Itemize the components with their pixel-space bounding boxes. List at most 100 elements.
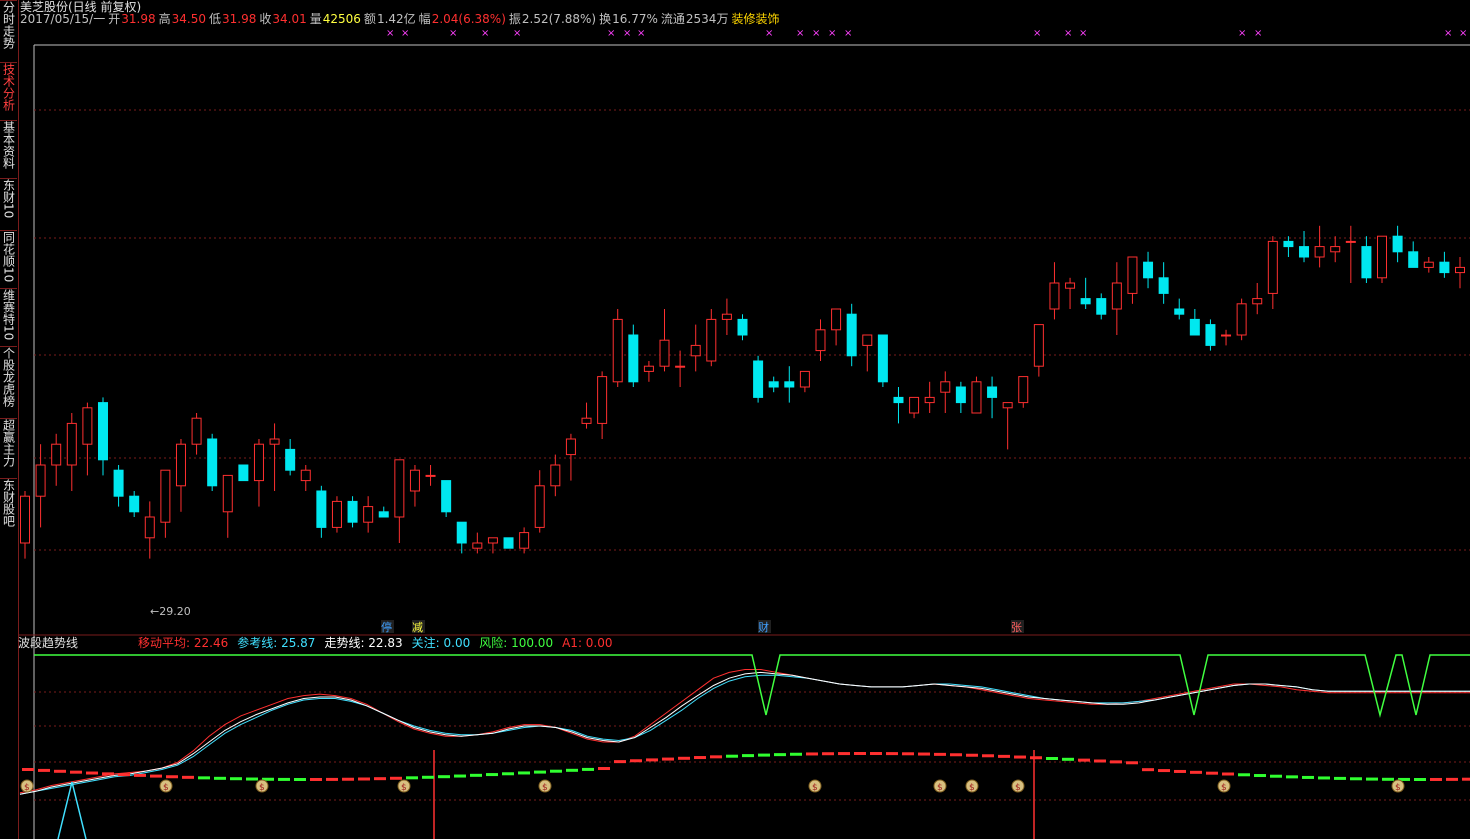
histogram-bar xyxy=(1142,768,1154,772)
amount-value: 1.42亿 xyxy=(377,11,416,26)
candle-down xyxy=(207,438,218,487)
candle-up xyxy=(1111,282,1122,310)
histogram-bar xyxy=(1350,777,1362,781)
indicator-legend-item: 走势线: 22.83 xyxy=(324,636,402,650)
histogram-bar xyxy=(518,771,530,775)
histogram-bar xyxy=(630,759,642,763)
histogram-bar xyxy=(870,752,882,756)
candle-up xyxy=(519,532,530,549)
candle-down xyxy=(955,386,966,404)
event-marker: 财 xyxy=(758,620,769,634)
candle-down xyxy=(456,521,467,544)
candle-up xyxy=(300,469,311,482)
histogram-bar xyxy=(422,775,434,779)
histogram-bar xyxy=(998,754,1010,758)
histogram-bar xyxy=(294,777,306,781)
candle-down xyxy=(1299,246,1310,258)
histogram-bar xyxy=(1302,775,1314,779)
histogram-bar xyxy=(950,753,962,757)
candle-up xyxy=(222,474,233,513)
histogram-bar xyxy=(694,756,706,760)
candle-up xyxy=(66,422,77,466)
histogram-bar xyxy=(246,777,258,781)
star-marker: × xyxy=(844,28,852,39)
indicator-legend-item: 关注: 0.00 xyxy=(412,635,471,650)
histogram-bar xyxy=(1030,756,1042,760)
histogram-bar xyxy=(118,773,130,777)
event-marker: 停 xyxy=(381,620,392,634)
candle-up xyxy=(721,313,732,320)
candle-up xyxy=(1221,334,1232,337)
candle-up xyxy=(1423,261,1434,268)
high-label: 高 xyxy=(159,11,171,26)
candle-up xyxy=(1377,235,1388,279)
star-marker: × xyxy=(796,28,804,39)
candle-up xyxy=(831,308,842,331)
candle-up xyxy=(643,365,654,372)
coin-icon-glyph: $ xyxy=(1015,783,1021,793)
histogram-bar xyxy=(774,753,786,757)
indicator-line xyxy=(19,671,1470,795)
histogram-bar xyxy=(1190,770,1202,774)
histogram-bar xyxy=(182,775,194,779)
histogram-bar xyxy=(406,776,418,780)
histogram-bar xyxy=(838,752,850,756)
candle-down xyxy=(1283,240,1294,248)
candle-down xyxy=(1174,308,1185,315)
candle-up xyxy=(394,459,405,518)
histogram-bar xyxy=(1174,769,1186,773)
candle-up xyxy=(1345,240,1356,243)
amplitude-label: 振 xyxy=(509,12,521,26)
star-marker: × xyxy=(1444,28,1452,39)
histogram-bar xyxy=(150,774,162,778)
close-value: 34.01 xyxy=(272,12,306,26)
candle-up xyxy=(269,438,280,445)
indicator-legend-item: 风险: 100.00 xyxy=(479,635,553,650)
star-marker: × xyxy=(513,28,521,39)
candle-up xyxy=(20,495,30,544)
candle-down xyxy=(1408,251,1419,268)
histogram-bar xyxy=(86,771,98,775)
candle-down xyxy=(129,495,140,513)
histogram-bar xyxy=(54,769,66,773)
histogram-bar xyxy=(582,767,594,771)
coin-icon-glyph: $ xyxy=(163,783,169,793)
amplitude-value: 2.52(7.88%) xyxy=(522,12,596,26)
histogram-bar xyxy=(934,752,946,756)
indicator-line xyxy=(19,669,1470,794)
histogram-bar xyxy=(1110,760,1122,764)
candle-down xyxy=(1361,246,1372,279)
histogram-bar xyxy=(1286,775,1298,779)
candle-up xyxy=(675,365,686,368)
star-marker: × xyxy=(481,28,489,39)
coin-icon-glyph: $ xyxy=(1221,783,1227,793)
histogram-bar xyxy=(1446,777,1458,781)
histogram-bar xyxy=(1094,759,1106,763)
turnover-label: 换 xyxy=(599,12,611,26)
histogram-bar xyxy=(1366,777,1378,781)
candle-up xyxy=(1314,246,1325,258)
candle-down xyxy=(628,334,639,383)
open-value: 31.98 xyxy=(121,12,155,26)
histogram-bar xyxy=(70,770,82,774)
candle-up xyxy=(1127,256,1138,294)
candle-up xyxy=(144,516,155,539)
histogram-bar xyxy=(1414,777,1426,781)
candle-up xyxy=(425,474,436,477)
star-marker: × xyxy=(449,28,457,39)
candle-down xyxy=(316,490,327,528)
indicator-line xyxy=(19,674,1470,795)
volume-value: 42506 xyxy=(323,12,361,26)
histogram-bar xyxy=(358,777,370,781)
star-marker: × xyxy=(386,28,394,39)
candle-down xyxy=(347,500,358,523)
star-marker: × xyxy=(401,28,409,39)
candle-up xyxy=(51,443,62,466)
candle-up xyxy=(253,443,264,482)
amount-label: 额 xyxy=(364,12,376,26)
coin-icon-glyph: $ xyxy=(542,783,548,793)
histogram-bar xyxy=(534,770,546,774)
histogram-bar xyxy=(1270,774,1282,778)
histogram-bar xyxy=(918,752,930,756)
histogram-bar xyxy=(438,775,450,779)
